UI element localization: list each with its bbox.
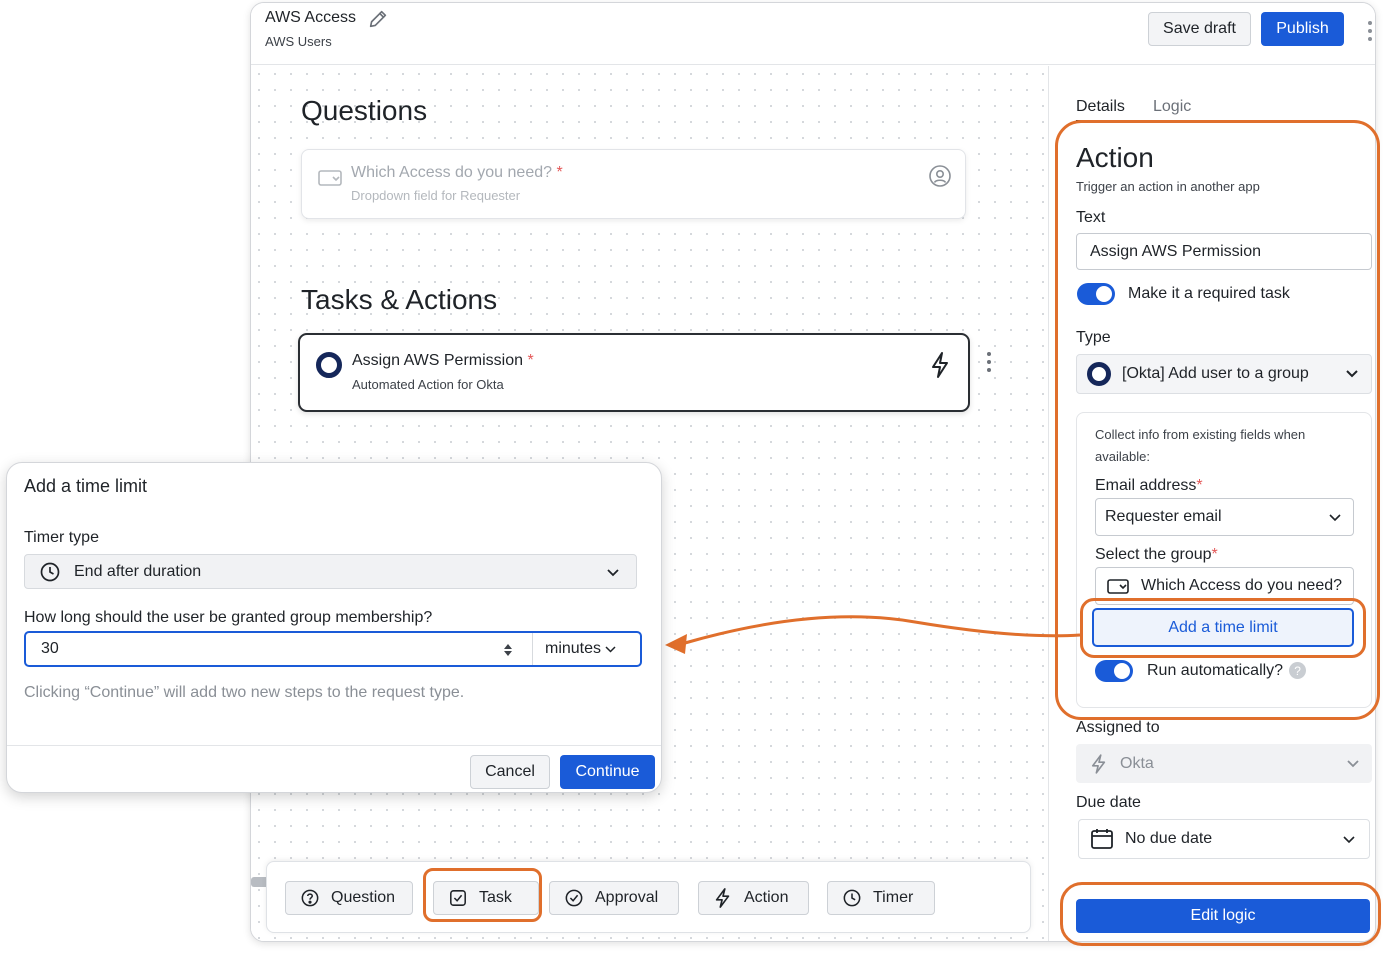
task-card[interactable]: Assign AWS Permission * Automated Action…: [298, 333, 970, 412]
dialog-divider: [7, 745, 661, 746]
assigned-select-value: Okta: [1120, 754, 1154, 772]
unit-value: minutes: [545, 640, 602, 657]
dropdown-field-icon: [1107, 578, 1129, 594]
checkbox-icon: [450, 890, 466, 906]
dialog-title: Add a time limit: [24, 476, 148, 496]
add-question-button[interactable]: Question: [285, 881, 413, 915]
tab-details[interactable]: Details: [1076, 98, 1125, 122]
required-task-toggle[interactable]: [1077, 283, 1115, 305]
help-icon[interactable]: ?: [1289, 662, 1307, 680]
details-panel: Details Logic Action Trigger an action i…: [1048, 66, 1375, 941]
text-input-value: Assign AWS Permission: [1090, 242, 1262, 260]
timer-type-select[interactable]: End after duration: [24, 554, 637, 589]
add-task-button[interactable]: Task: [433, 881, 539, 915]
panel-heading: Action: [1076, 142, 1154, 173]
clock-icon: [40, 562, 60, 581]
top-bar: AWS Access AWS Users Save draft Publish: [251, 3, 1375, 65]
question-card-title: Which Access do you need? *: [351, 164, 563, 181]
task-more-icon[interactable]: [986, 351, 992, 373]
add-approval-button[interactable]: Approval: [549, 881, 679, 915]
okta-logo-icon: [316, 352, 342, 378]
chevron-down-icon: [1329, 514, 1341, 522]
group-select-value: Which Access do you need?: [1141, 577, 1343, 594]
timer-type-label: Timer type: [24, 529, 99, 546]
tasks-heading: Tasks & Actions: [301, 284, 498, 315]
task-card-subtitle: Automated Action for Okta: [352, 377, 504, 392]
text-input[interactable]: Assign AWS Permission: [1076, 233, 1372, 270]
save-draft-button[interactable]: Save draft: [1148, 12, 1251, 46]
lightning-icon: [1091, 753, 1106, 774]
collect-info-text: Collect info from existing fields when a…: [1095, 427, 1306, 464]
group-label: Select the group*: [1095, 546, 1218, 563]
requester-icon: [929, 165, 951, 187]
cancel-button[interactable]: Cancel: [470, 755, 550, 789]
add-timer-button[interactable]: Timer: [827, 881, 935, 915]
add-action-button[interactable]: Action: [698, 881, 809, 915]
type-select-value: [Okta] Add user to a group: [1122, 365, 1309, 382]
required-task-label: Make it a required task: [1128, 285, 1290, 302]
dropdown-field-icon: [318, 170, 342, 186]
chevron-down-icon: [605, 645, 616, 653]
task-card-title: Assign AWS Permission *: [352, 352, 534, 369]
question-card[interactable]: Which Access do you need? * Dropdown fie…: [301, 149, 966, 219]
group-select[interactable]: Which Access do you need?: [1095, 567, 1354, 605]
question-card-subtitle: Dropdown field for Requester: [351, 188, 521, 203]
type-label: Type: [1076, 329, 1111, 346]
chevron-down-icon: [1347, 760, 1359, 768]
due-date-label: Due date: [1076, 794, 1141, 811]
add-step-toolbar: Question Task Approval Action Timer: [266, 861, 1031, 933]
okta-logo-icon: [1087, 362, 1111, 386]
field-divider: [532, 633, 533, 665]
email-select[interactable]: Requester email: [1095, 498, 1354, 536]
add-time-limit-button[interactable]: Add a time limit: [1092, 608, 1354, 647]
duration-input[interactable]: 30: [41, 640, 59, 658]
question-circle-icon: [301, 889, 319, 907]
page-title: AWS Access: [265, 9, 356, 26]
type-select[interactable]: [Okta] Add user to a group: [1076, 354, 1372, 394]
add-question-label: Question: [331, 889, 396, 906]
add-timer-label: Timer: [873, 889, 914, 906]
chevron-down-icon: [1343, 836, 1355, 844]
assigned-label: Assigned to: [1076, 719, 1160, 736]
chevron-down-icon: [1346, 370, 1358, 378]
assigned-select: Okta: [1076, 744, 1372, 783]
calendar-icon: [1091, 829, 1113, 849]
add-task-label: Task: [479, 889, 512, 906]
timer-type-value: End after duration: [74, 562, 202, 580]
due-date-value: No due date: [1125, 830, 1213, 847]
page-subtitle: AWS Users: [265, 34, 332, 49]
tab-logic[interactable]: Logic: [1153, 98, 1191, 116]
clock-icon: [843, 889, 861, 907]
pointer-arrow: [665, 615, 1081, 654]
panel-description: Trigger an action in another app: [1076, 179, 1260, 194]
publish-button[interactable]: Publish: [1261, 12, 1344, 46]
check-circle-icon: [565, 889, 583, 907]
dialog-hint: Clicking “Continue” will add two new ste…: [24, 684, 465, 701]
duration-label: How long should the user be granted grou…: [24, 609, 433, 626]
pencil-icon[interactable]: [367, 8, 389, 30]
unit-select[interactable]: minutes: [545, 640, 616, 658]
due-date-select[interactable]: No due date: [1078, 819, 1370, 859]
lightning-icon: [932, 352, 948, 378]
email-select-value: Requester email: [1105, 508, 1222, 525]
stepper-icon[interactable]: [503, 643, 513, 657]
questions-heading: Questions: [301, 95, 428, 126]
run-automatically-label: Run automatically??: [1147, 662, 1307, 680]
duration-field: 30 minutes: [24, 631, 642, 667]
time-limit-dialog: Add a time limit Timer type End after du…: [6, 462, 662, 793]
chevron-down-icon: [607, 569, 619, 577]
collect-info-box: Collect info from existing fields when a…: [1076, 412, 1372, 708]
more-options-icon[interactable]: [1367, 19, 1373, 43]
continue-button[interactable]: Continue: [560, 755, 655, 789]
text-label: Text: [1076, 209, 1106, 226]
edit-logic-button[interactable]: Edit logic: [1076, 899, 1370, 933]
run-automatically-toggle[interactable]: [1095, 660, 1133, 682]
add-action-label: Action: [744, 889, 789, 906]
lightning-icon: [715, 888, 730, 908]
add-approval-label: Approval: [595, 889, 659, 906]
email-label: Email address*: [1095, 477, 1203, 494]
